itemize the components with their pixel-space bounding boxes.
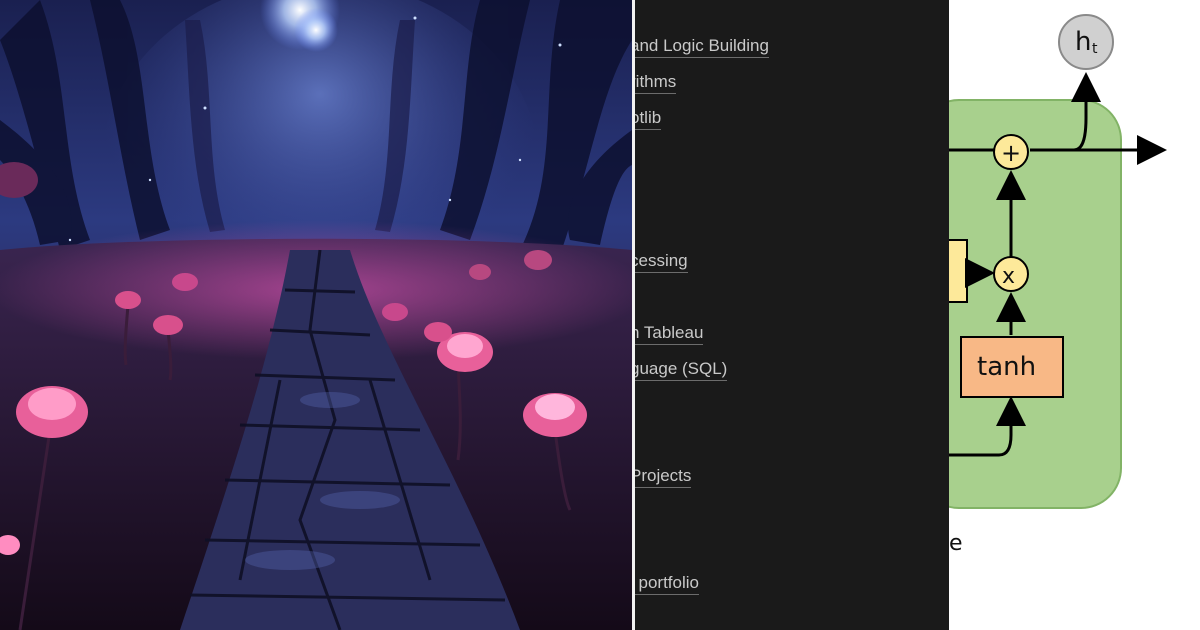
list-link-item[interactable]: rithms xyxy=(635,72,677,94)
list-link-item[interactable]: cessing xyxy=(635,251,688,273)
list-link-item[interactable]: otlib xyxy=(635,108,662,130)
fantasy-forest-image xyxy=(0,0,632,630)
article-list-panel: and Logic Building rithms otlib cessing … xyxy=(635,0,949,630)
lstm-diagram-panel: h t + x tanh e xyxy=(949,0,1200,630)
caption-fragment: e xyxy=(949,531,963,556)
forest-illustration xyxy=(0,0,632,630)
list-link-item[interactable]: l portfolio xyxy=(635,573,699,595)
list-link-item[interactable]: n Tableau xyxy=(635,323,704,345)
lstm-cell-body xyxy=(949,99,1122,509)
multiply-symbol: x xyxy=(1002,264,1015,289)
output-node-subscript: t xyxy=(1092,41,1098,57)
gate-box xyxy=(949,239,968,303)
plus-symbol: + xyxy=(1001,139,1021,167)
lstm-cell-diagram: h t + x tanh e xyxy=(949,14,1167,556)
list-link-item[interactable]: Projects xyxy=(635,466,692,488)
tanh-label: tanh xyxy=(977,352,1036,382)
list-link-item[interactable]: and Logic Building xyxy=(635,36,769,58)
list-link-item[interactable]: guage (SQL) xyxy=(635,359,728,381)
output-node-label: h xyxy=(1075,27,1091,57)
